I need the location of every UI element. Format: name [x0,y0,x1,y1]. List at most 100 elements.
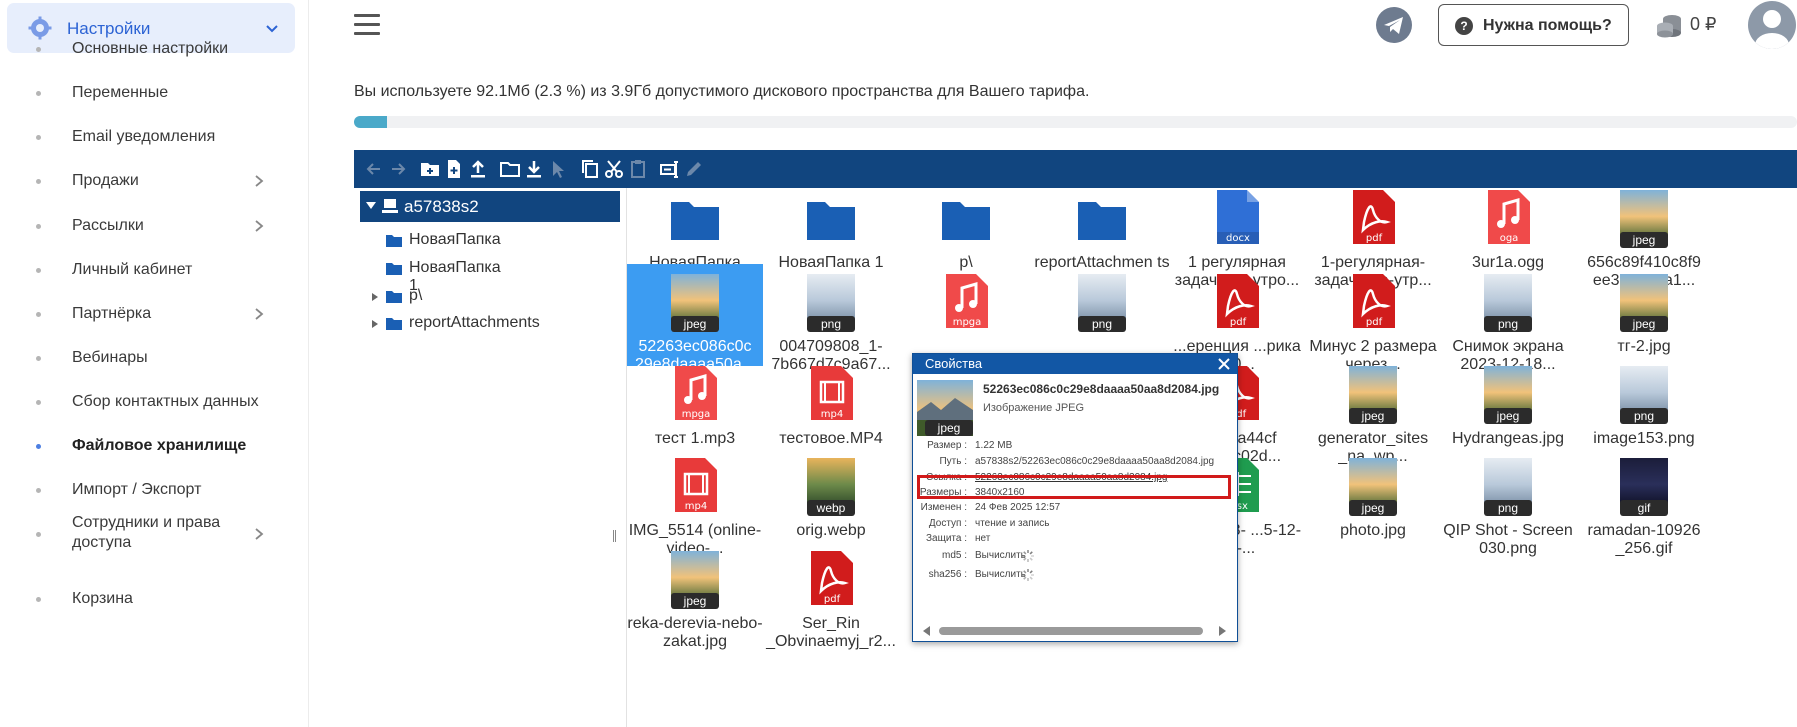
file-item[interactable]: mp4 IMG_5514 (online-video-... [627,448,763,557]
sidebar-item[interactable]: Файловое хранилище [0,424,309,468]
dialog-title: Свойства [925,356,983,371]
sidebar-item[interactable]: Продажи [0,159,309,203]
caret-right-icon[interactable] [372,293,378,301]
file-item[interactable]: mpga тест 1.mp3 [627,356,763,458]
bullet-icon [36,532,41,537]
sidebar-item[interactable]: Партнёрка [0,292,309,336]
caret-right-icon[interactable] [372,320,378,328]
file-name: image153.png [1593,430,1695,447]
open-folder-icon[interactable] [500,159,520,179]
file-item[interactable]: pdf Минус 2 размера через... [1305,264,1441,373]
sidebar-item-label: Сотрудники и права доступа [72,514,221,551]
file-item[interactable]: pdf...еренция ...рика 2.0... [1169,264,1305,373]
select-pointer-icon[interactable] [548,159,568,179]
cut-icon[interactable] [604,159,624,179]
dialog-filetype: Изображение JPEG [983,402,1085,414]
svg-text:pdf: pdf [824,594,841,605]
scroll-right-icon[interactable] [1219,626,1226,636]
jpeg-file-icon: jpeg [1480,364,1536,424]
bullet-icon [36,400,41,405]
property-key: Размер : [927,440,967,451]
jpeg-file-icon: jpeg [667,549,723,609]
png-file-icon: png [1480,272,1536,332]
jpeg-file-icon: jpeg [1616,272,1672,332]
chevron-right-icon [255,308,264,320]
sidebar-item[interactable]: Переменные [0,71,309,115]
menu-toggle-icon[interactable] [354,14,380,36]
file-item[interactable]: jpeg photo.jpg [1305,448,1441,550]
tree-node-label: НоваяПапка 1 [409,259,501,294]
file-item[interactable]: png [1034,264,1170,366]
sidebar-item[interactable]: Email уведомления [0,115,309,159]
mpga-file-icon: mpga [938,272,994,332]
bullet-icon [36,179,41,184]
new-file-icon[interactable] [444,159,464,179]
sidebar-item-label: Вебинары [72,349,148,366]
sidebar-item[interactable]: Вебинары [0,336,309,380]
folder-icon [386,263,402,275]
forward-icon[interactable] [388,159,408,179]
file-item[interactable]: png QIP Shot - Screen 030.png [1440,448,1576,557]
tree-root[interactable]: a57838s2 [360,191,620,222]
edit-icon[interactable] [684,159,704,179]
sidebar-item[interactable]: Сбор контактных данных [0,380,309,424]
file-item[interactable]: jpeg generator_sites _na_wp... [1305,356,1441,465]
file-item[interactable]: gif ramadan-10926 _256.gif [1576,448,1712,557]
file-item[interactable]: png 004709808_1-7b667d7c9a67... [763,264,899,373]
property-row: Доступ : чтение и запись [913,516,1237,532]
file-item[interactable]: png Снимок экрана 2023-12-18... [1440,264,1576,373]
sidebar-item[interactable]: Сотрудники и права доступа [0,512,309,556]
property-value[interactable]: Вычислить [975,548,1026,564]
new-folder-icon[interactable] [420,159,440,179]
disk-usage-progress [354,116,1797,128]
help-button[interactable]: ? Нужна помощь? [1438,4,1629,46]
file-item[interactable]: mpga [898,264,1034,366]
png-file-icon: png [1480,456,1536,516]
sidebar-item[interactable]: Импорт / Экспорт [0,468,309,512]
file-item[interactable]: jpeg reka-derevia-nebo-zakat.jpg [627,541,763,650]
sidebar-item[interactable]: Основные настройки [0,27,309,71]
file-item[interactable]: pdf Ser_Rin _Obvinaemyj_r2... [763,541,899,650]
back-icon[interactable] [364,159,384,179]
dialog-filename: 52263ec086c0c29e8daaaa50aa8d2084.jpg [983,382,1220,396]
sidebar-item[interactable]: Личный кабинет [0,248,309,292]
svg-text:mp4: mp4 [685,501,707,512]
gif-file-icon: gif [1616,456,1672,516]
copy-icon[interactable] [580,159,600,179]
bullet-icon [36,356,41,361]
rename-icon[interactable] [660,159,680,179]
property-key: Защита : [925,533,967,544]
sidebar-item[interactable]: Рассылки [0,204,309,248]
png-file-icon: png [1074,272,1130,332]
splitter-handle[interactable] [613,530,616,542]
folder-icon [386,318,402,330]
pdf-file-icon: pdf [803,549,859,609]
property-value[interactable]: Вычислить [975,567,1026,583]
file-item[interactable]: jpeg 52263ec086c0c 29e8daaaa50a... [627,264,763,373]
file-item[interactable]: webp orig.webp [763,448,899,550]
close-icon[interactable] [1215,355,1233,373]
spinner-icon [1022,550,1034,562]
paste-icon[interactable] [628,159,648,179]
download-icon[interactable] [524,159,544,179]
bullet-icon [36,597,41,602]
sidebar-item[interactable]: Корзина [0,577,309,621]
tree-root-label: a57838s2 [404,197,479,216]
dialog-titlebar[interactable]: Свойства [913,354,1237,374]
telegram-icon[interactable] [1376,7,1412,43]
file-item[interactable]: jpeg Hydrangeas.jpg [1440,356,1576,458]
horizontal-scrollbar[interactable] [923,626,1227,636]
scroll-left-icon[interactable] [923,626,930,636]
avatar[interactable] [1748,1,1796,49]
svg-text:mpga: mpga [682,409,711,420]
bullet-icon [36,444,41,449]
png-file-icon: png [803,272,859,332]
file-item[interactable]: mp4 тестовое.MP4 [763,356,899,458]
computer-icon [382,199,398,213]
file-item[interactable]: jpeg тг-2.jpg [1576,264,1712,366]
upload-icon[interactable] [468,159,488,179]
scrollbar-thumb[interactable] [939,627,1203,635]
file-item[interactable]: png image153.png [1576,356,1712,458]
file-name: orig.webp [796,522,866,539]
bullet-icon [36,91,41,96]
